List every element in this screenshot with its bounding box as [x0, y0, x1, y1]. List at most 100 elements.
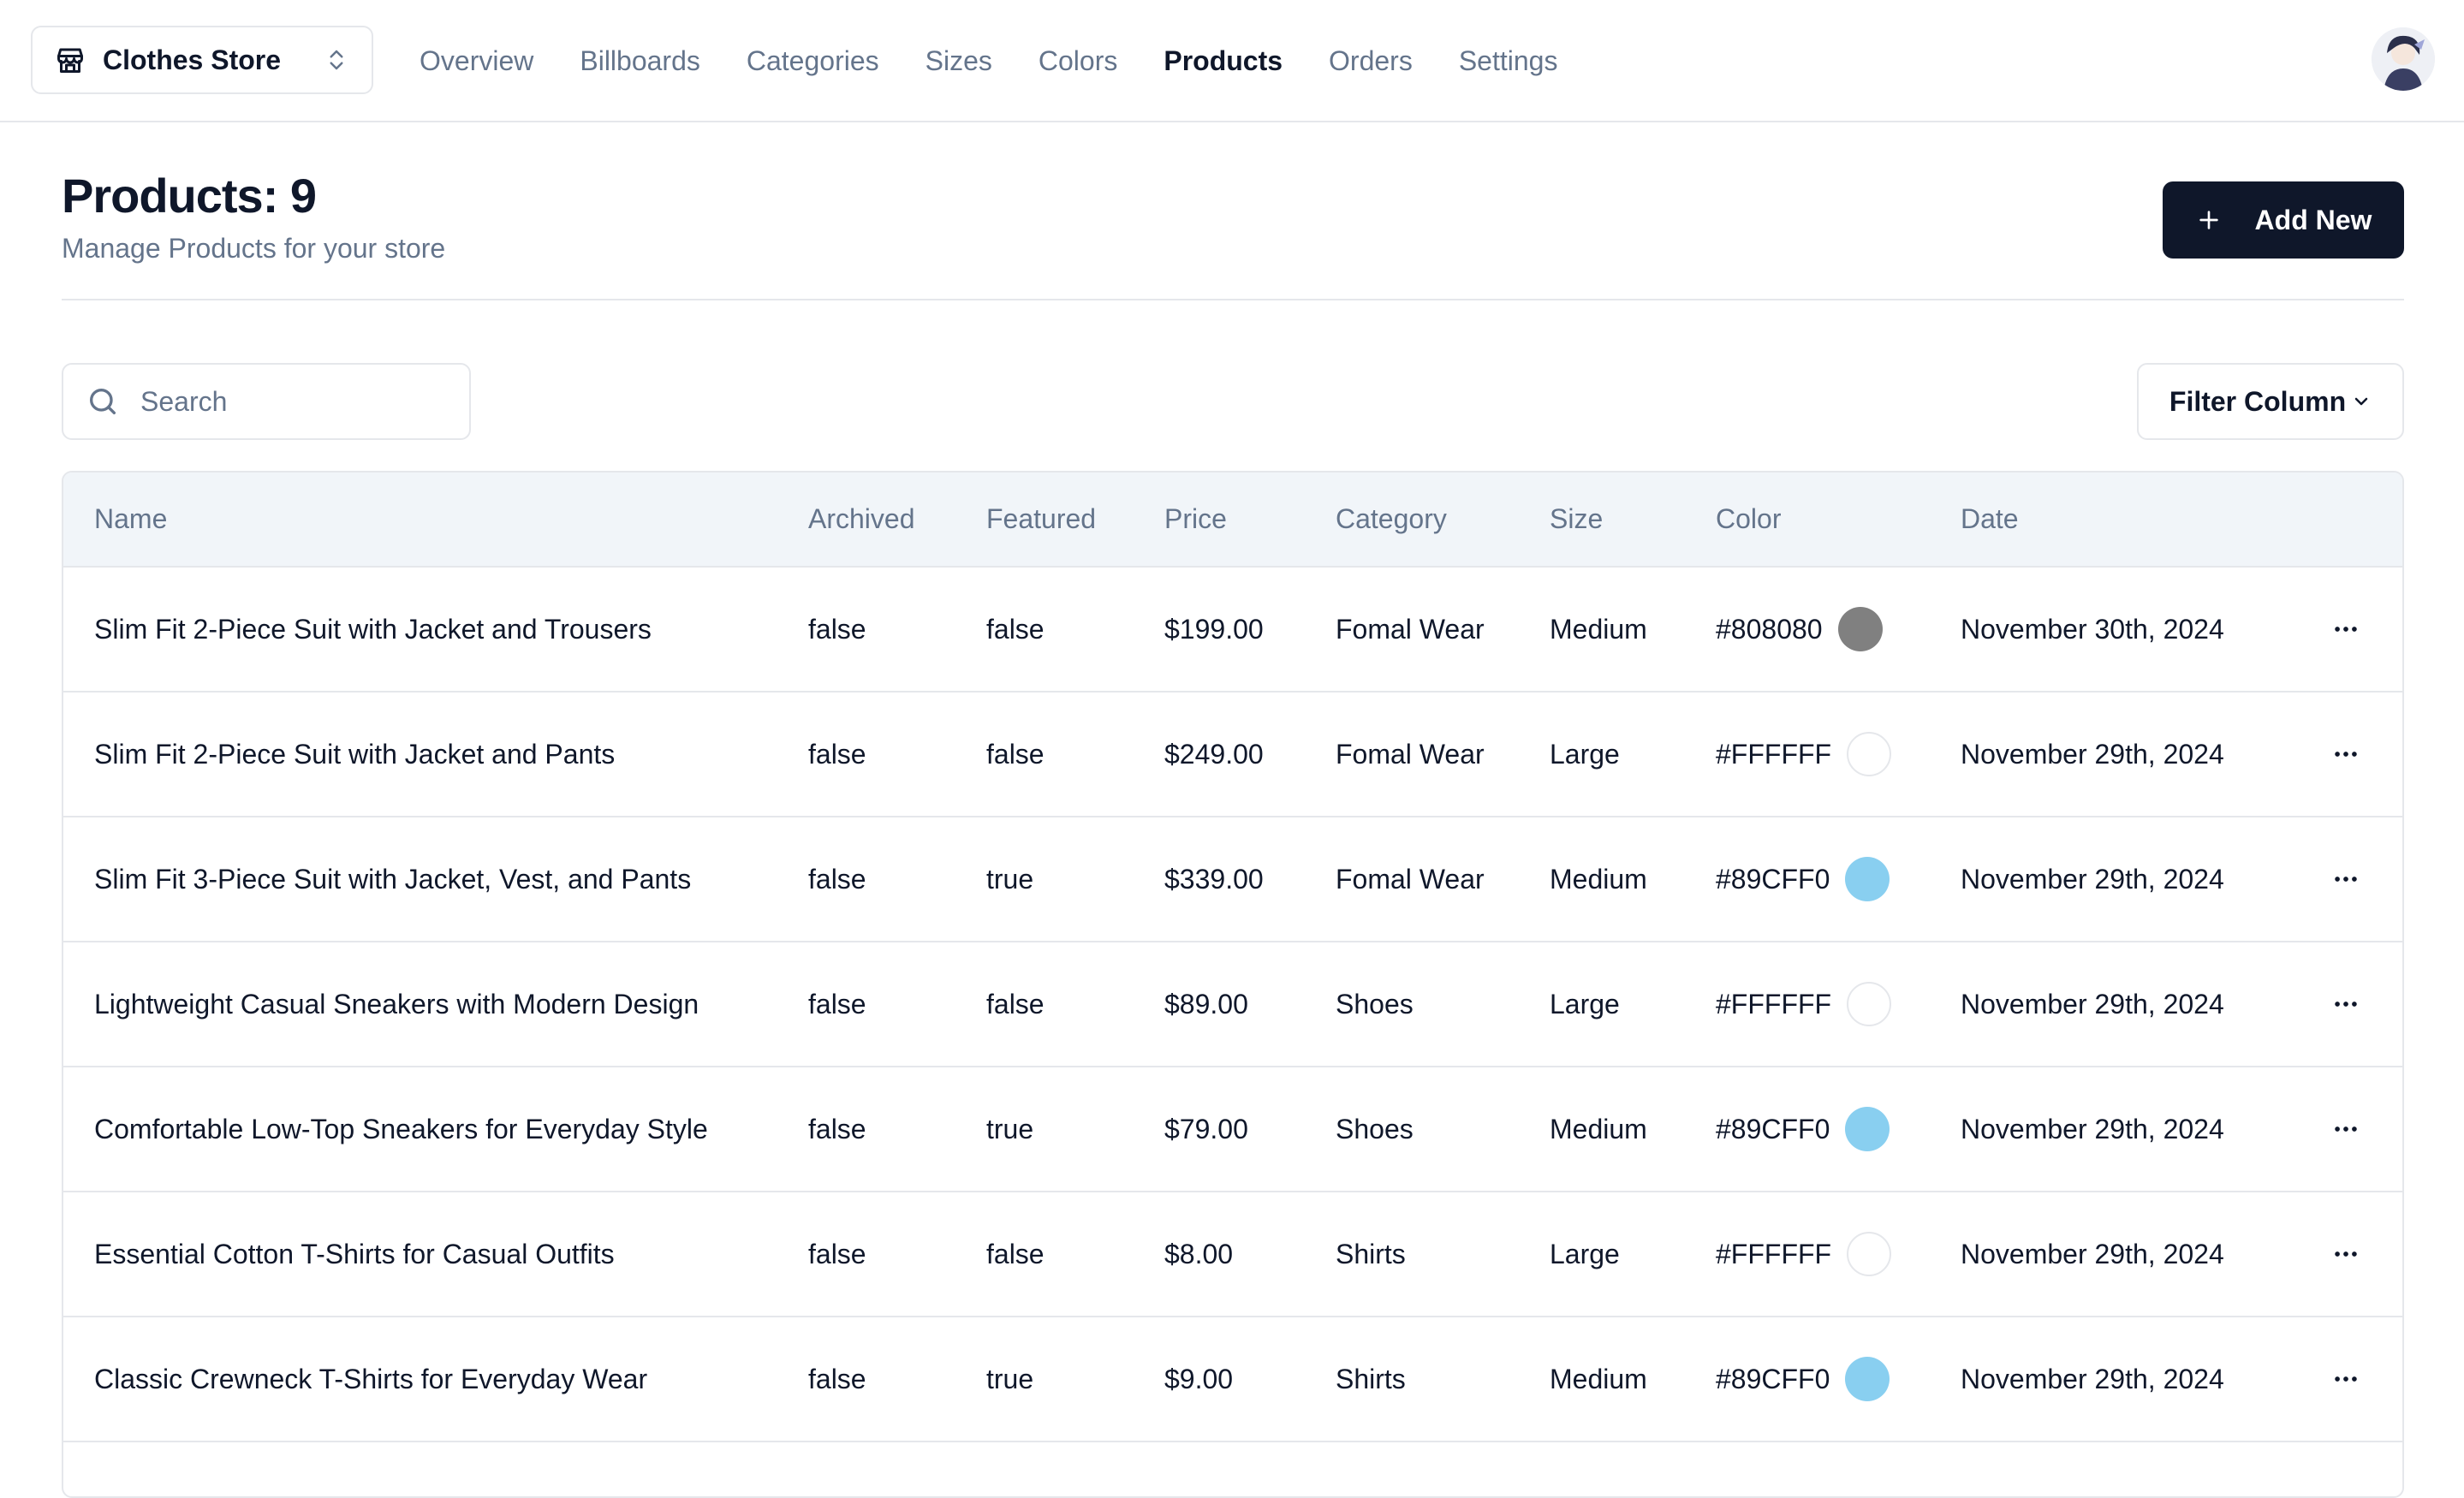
product-color-hex: #FFFFFF	[1716, 1238, 1832, 1269]
row-actions-cell	[2320, 692, 2402, 817]
more-actions-button[interactable]	[2320, 978, 2372, 1030]
table-row[interactable]: Slim Fit 3-Piece Suit with Jacket, Vest,…	[63, 817, 2402, 942]
nav-item-sizes[interactable]: Sizes	[925, 45, 992, 77]
product-archived: false	[808, 988, 866, 1019]
store-icon	[55, 45, 86, 75]
row-actions-cell	[2320, 942, 2402, 1067]
color-swatch	[1847, 982, 1892, 1026]
store-switcher[interactable]: Clothes Store	[31, 26, 373, 94]
product-color-cell: #FFFFFF	[1716, 1192, 1961, 1317]
product-archived: false	[808, 738, 866, 770]
product-date: November 29th, 2024	[1961, 1238, 2224, 1269]
more-actions-button[interactable]	[2320, 1228, 2372, 1280]
product-category: Shoes	[1336, 1113, 1414, 1144]
product-archived: false	[808, 1113, 866, 1144]
top-navbar: Clothes Store Overview Billboards Catego…	[0, 0, 2464, 122]
product-color-cell: #808080	[1716, 567, 1961, 692]
nav-item-products[interactable]: Products	[1164, 45, 1283, 77]
table-row[interactable]: Classic Crewneck T-Shirts for Everyday W…	[63, 1317, 2402, 1442]
product-date: November 29th, 2024	[1961, 1113, 2224, 1144]
product-color-hex: #89CFF0	[1716, 863, 1830, 895]
product-color-cell: #FFFFFF	[1716, 692, 1961, 817]
nav-item-settings[interactable]: Settings	[1459, 45, 1558, 77]
product-color-hex: #FFFFFF	[1716, 988, 1832, 1019]
column-header-featured[interactable]: Featured	[986, 473, 1164, 568]
more-horizontal-icon	[2335, 1376, 2357, 1382]
product-featured: true	[986, 1363, 1034, 1394]
filter-column-button[interactable]: Filter Column	[2137, 363, 2404, 440]
product-size: Large	[1550, 1238, 1620, 1269]
column-header-color[interactable]: Color	[1716, 473, 1961, 568]
product-color-hex: #89CFF0	[1716, 1363, 1830, 1394]
color-swatch	[1845, 1357, 1890, 1401]
product-price: $249.00	[1164, 738, 1264, 770]
column-header-price[interactable]: Price	[1164, 473, 1336, 568]
add-new-label: Add New	[2254, 204, 2372, 235]
plus-icon	[2195, 206, 2223, 234]
more-actions-button[interactable]	[2320, 603, 2372, 655]
product-archived: false	[808, 1363, 866, 1394]
nav-item-orders[interactable]: Orders	[1329, 45, 1413, 77]
color-swatch	[1847, 1232, 1892, 1276]
product-archived: false	[808, 1238, 866, 1269]
user-avatar[interactable]	[2372, 27, 2435, 91]
product-name: Classic Crewneck T-Shirts for Everyday W…	[94, 1363, 648, 1394]
nav-item-categories[interactable]: Categories	[747, 45, 879, 77]
column-header-actions	[2320, 473, 2402, 568]
color-swatch	[1845, 1107, 1890, 1151]
table-row[interactable]: Essential Cotton T-Shirts for Casual Out…	[63, 1192, 2402, 1317]
product-category: Shirts	[1336, 1363, 1406, 1394]
product-category: Fomal Wear	[1336, 738, 1485, 770]
search-input[interactable]	[140, 385, 449, 418]
table-row[interactable]: Slim Fit 2-Piece Suit with Jacket and Pa…	[63, 692, 2402, 817]
product-name: Lightweight Casual Sneakers with Modern …	[94, 988, 699, 1019]
more-actions-button[interactable]	[2320, 1103, 2372, 1155]
color-swatch	[1845, 857, 1890, 901]
product-featured: true	[986, 1113, 1034, 1144]
more-actions-button[interactable]	[2320, 853, 2372, 905]
more-actions-button[interactable]	[2320, 728, 2372, 780]
chevrons-up-down-icon	[324, 45, 349, 75]
table-row[interactable]: Comfortable Low-Top Sneakers for Everyda…	[63, 1067, 2402, 1192]
product-date: November 30th, 2024	[1961, 613, 2224, 645]
product-size: Large	[1550, 988, 1620, 1019]
more-horizontal-icon	[2335, 877, 2357, 882]
product-category: Shoes	[1336, 988, 1414, 1019]
product-featured: true	[986, 863, 1034, 895]
product-size: Medium	[1550, 613, 1647, 645]
search-box[interactable]	[62, 363, 471, 440]
color-swatch	[1837, 607, 1883, 651]
product-archived: false	[808, 613, 866, 645]
column-header-archived[interactable]: Archived	[808, 473, 986, 568]
product-price: $339.00	[1164, 863, 1264, 895]
product-category: Fomal Wear	[1336, 613, 1485, 645]
product-featured: false	[986, 988, 1045, 1019]
more-horizontal-icon	[2335, 1251, 2357, 1257]
nav-item-billboards[interactable]: Billboards	[580, 45, 700, 77]
column-header-category[interactable]: Category	[1336, 473, 1550, 568]
header-divider	[62, 299, 2404, 300]
column-header-size[interactable]: Size	[1550, 473, 1716, 568]
product-date: November 29th, 2024	[1961, 738, 2224, 770]
product-featured: false	[986, 613, 1045, 645]
page-subtitle: Manage Products for your store	[62, 233, 446, 264]
product-date: November 29th, 2024	[1961, 863, 2224, 895]
filter-column-label: Filter Column	[2169, 385, 2347, 417]
table-header-row: Name Archived Featured Price Category Si…	[63, 473, 2402, 568]
nav-item-colors[interactable]: Colors	[1039, 45, 1117, 77]
table-row[interactable]: Slim Fit 2-Piece Suit with Jacket and Tr…	[63, 567, 2402, 692]
product-color-hex: #89CFF0	[1716, 1113, 1830, 1144]
nav-item-overview[interactable]: Overview	[420, 45, 533, 77]
product-color-cell: #89CFF0	[1716, 817, 1961, 942]
color-swatch	[1847, 732, 1892, 776]
more-actions-button[interactable]	[2320, 1353, 2372, 1405]
product-color-hex: #FFFFFF	[1716, 738, 1832, 770]
product-color-hex: #808080	[1716, 613, 1823, 645]
column-header-name[interactable]: Name	[63, 473, 808, 568]
column-header-date[interactable]: Date	[1961, 473, 2320, 568]
product-size: Large	[1550, 738, 1620, 770]
product-size: Medium	[1550, 863, 1647, 895]
table-row[interactable]: Lightweight Casual Sneakers with Modern …	[63, 942, 2402, 1067]
more-horizontal-icon	[2335, 1126, 2357, 1132]
add-new-button[interactable]: Add New	[2163, 181, 2404, 259]
